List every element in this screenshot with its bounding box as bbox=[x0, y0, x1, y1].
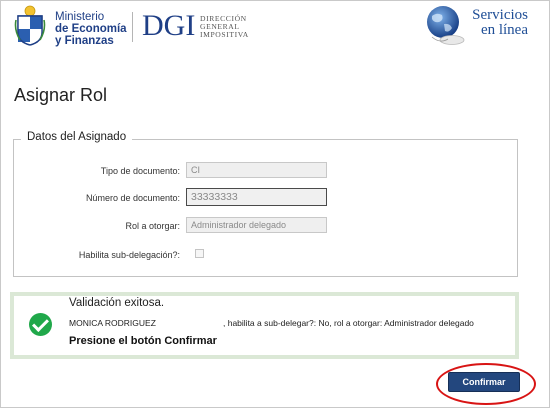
assignment-detail: , habilita a sub-delegar?: No, rol a oto… bbox=[223, 318, 474, 328]
header: Ministerio de Economía y Finanzas DGI Di… bbox=[0, 0, 550, 60]
fieldset-legend: Datos del Asignado bbox=[21, 131, 133, 143]
checkmark-icon bbox=[29, 313, 52, 336]
services-line-2: en línea bbox=[480, 22, 528, 38]
success-title: Validación exitosa. bbox=[69, 297, 165, 309]
sub-delegation-checkbox[interactable] bbox=[195, 249, 204, 258]
dgi-subtitle: Dirección General Impositiva bbox=[200, 14, 249, 40]
ministry-line-2: de Economía bbox=[55, 23, 127, 35]
role-label: Rol a otorgar: bbox=[125, 221, 180, 231]
confirm-instruction: Presione el botón Confirmar bbox=[69, 335, 217, 347]
page-title: Asignar Rol bbox=[14, 85, 108, 105]
dgi-logo-text: DGI bbox=[142, 9, 196, 42]
sub-delegation-label: Habilita sub-delegación?: bbox=[78, 250, 180, 260]
servicios-en-linea-logo: Servicios en línea bbox=[466, 8, 528, 38]
services-line-1: Servicios bbox=[472, 7, 528, 23]
role-field[interactable]: Administrador delegado bbox=[186, 217, 327, 233]
dgi-subtitle-line-3: Impositiva bbox=[200, 30, 249, 40]
ministry-line-1: Ministerio bbox=[55, 11, 105, 23]
document-type-field[interactable]: CI bbox=[186, 162, 327, 178]
document-type-label: Tipo de documento: bbox=[100, 166, 180, 176]
globe-mouse-icon bbox=[427, 6, 465, 45]
uruguay-coat-of-arms-icon bbox=[14, 5, 46, 46]
ministry-line-3: y Finanzas bbox=[55, 35, 114, 47]
assignee-name: MONICA RODRIGUEZ bbox=[69, 318, 156, 328]
document-number-field[interactable]: 33333333 bbox=[186, 188, 327, 206]
header-divider bbox=[132, 12, 133, 42]
document-number-label: Número de documento: bbox=[85, 193, 180, 203]
highlight-circle bbox=[436, 363, 536, 405]
ministry-name: Ministerio de Economía y Finanzas bbox=[55, 11, 127, 47]
